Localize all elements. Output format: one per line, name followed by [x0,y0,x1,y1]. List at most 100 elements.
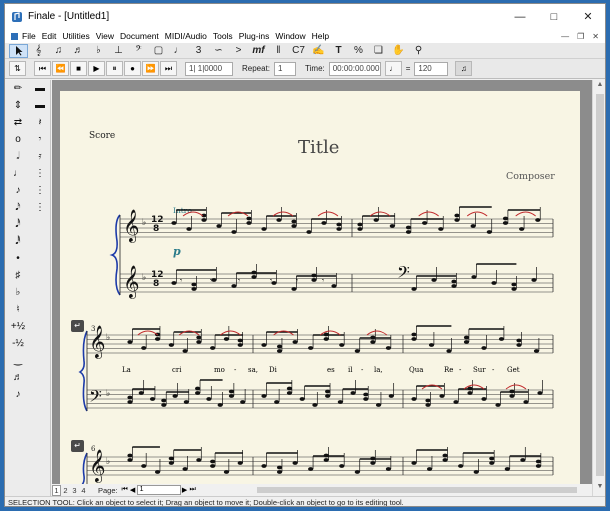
menu-plugins[interactable]: Plug-ins [236,31,273,41]
articulation-icon[interactable]: > [229,44,248,58]
last-page-icon[interactable]: ⏭ [189,486,197,494]
play-icon[interactable]: ▶ [88,61,105,76]
prev-page-icon[interactable]: ◀ [129,486,137,494]
vertical-scroll-thumb[interactable] [596,94,604,476]
quarter-note-icon[interactable]: ♩ [7,165,29,182]
tuplet-entry-icon[interactable]: ⇄ [7,114,29,131]
next-page-icon[interactable]: ▶ [181,486,189,494]
cue-note-icon[interactable]: ♪ [7,386,29,403]
note-head [182,467,188,471]
measure-icon[interactable]: ▢ [149,44,168,58]
tuplet-icon[interactable]: 3 [189,44,208,58]
stop-icon[interactable]: ■ [70,61,87,76]
note-head [533,349,540,353]
thirty-second-note-icon[interactable]: 𝅘𝅥𝅰 [7,216,29,233]
flat-icon[interactable]: ♭ [7,284,29,301]
doc-minimize-icon[interactable]: — [561,32,569,41]
half-note-icon[interactable]: 𝅗𝅥 [7,148,29,165]
eighth-rest-icon[interactable]: 𝄾 [29,131,51,148]
half-step-up-icon[interactable]: +½ [7,318,29,335]
menu-document[interactable]: Document [117,31,162,41]
record-icon[interactable]: ● [124,61,141,76]
page-tab-4[interactable]: 4 [79,486,88,495]
tempo-note-icon[interactable]: ♩ [384,61,402,76]
rewind-icon[interactable]: ⏮ [34,61,51,76]
eighth-note-icon[interactable]: ♪ [7,182,29,199]
half-step-down-icon[interactable]: -½ [7,335,29,352]
half-rest-icon[interactable]: ▬ [29,97,51,114]
page-tab-2[interactable]: 2 [61,486,70,495]
grace-note-icon[interactable]: ♬ [7,369,29,386]
horizontal-scroll-thumb[interactable] [257,487,577,493]
whole-note-icon[interactable]: o [7,131,29,148]
quarter-rest-icon[interactable]: 𝄽 [29,114,51,131]
simple-entry-icon[interactable]: ♫ [49,44,68,58]
horizontal-scrollbar[interactable] [247,485,591,495]
fast-forward-end-icon[interactable]: ⏭ [160,61,177,76]
natural-icon[interactable]: ♮ [7,301,29,318]
minimize-button[interactable]: — [503,4,537,29]
rest-icon[interactable]: ▬ [29,80,51,97]
time-signature-icon[interactable]: ⊥ [109,44,128,58]
text-tool-icon[interactable]: T [329,44,348,58]
dot-icon[interactable]: • [7,250,29,267]
layer-icon[interactable]: ⋮ [29,182,51,199]
fast-forward-icon[interactable]: ⏩ [142,61,159,76]
selection-tool-icon[interactable] [9,43,28,58]
scroll-down-icon[interactable]: ▼ [593,483,605,495]
menu-file[interactable]: File [19,31,39,41]
beam-icon[interactable]: ⋮ [29,199,51,216]
sharp-icon[interactable]: ♯ [7,267,29,284]
expression-icon[interactable]: mf [249,44,268,58]
scroll-up-icon[interactable]: ▲ [593,81,605,93]
insert-icon[interactable]: ⇕ [7,97,29,114]
clef-icon[interactable]: 𝄢 [129,44,148,58]
graphics-tool-icon[interactable]: ❏ [369,44,388,58]
page-number-field[interactable]: 1 [136,485,181,495]
measure-counter-field[interactable]: 1| 1|0000 [185,61,233,76]
staff-tool-icon[interactable]: 𝄞 [29,44,48,58]
resize-tool-icon[interactable]: % [349,44,368,58]
sixteenth-rest-icon[interactable]: 𝄿 [29,148,51,165]
document-area[interactable]: Score Title Composer Intro p 3 6 ↵ ↵ La … [52,80,592,484]
lyrics-icon[interactable]: ✍ [309,44,328,58]
sixteenth-note-icon[interactable]: 𝅘𝅥𝅯 [7,199,29,216]
voice-icon[interactable]: ⋮ [29,165,51,182]
menu-tools[interactable]: Tools [210,31,236,41]
menu-view[interactable]: View [93,31,117,41]
rewind-measure-icon[interactable]: ⏪ [52,61,69,76]
eraser-icon[interactable]: ✏ [7,80,29,97]
speedy-entry-icon[interactable]: ♬ [69,44,88,58]
first-page-icon[interactable]: ⏮ [121,486,129,494]
note-head [481,397,487,401]
page-tab-3[interactable]: 3 [70,486,79,495]
zoom-tool-icon[interactable]: ⚲ [409,44,428,58]
page-tab-1[interactable]: 1 [52,484,61,496]
menu-utilities[interactable]: Utilities [59,31,92,41]
repeat-field[interactable]: 1 [274,61,297,76]
note-head [308,467,314,471]
metronome-icon[interactable]: ♫ [455,61,473,76]
pause-icon[interactable]: ⏸ [106,61,123,76]
maximize-button[interactable]: □ [537,4,571,29]
vertical-scrollbar[interactable]: ▲ ▼ [592,80,605,496]
doc-restore-icon[interactable]: ❐ [577,32,584,41]
menu-help[interactable]: Help [309,31,332,41]
repeat-icon[interactable]: ‖ [269,44,288,58]
doc-close-icon[interactable]: ✕ [592,32,599,41]
close-button[interactable]: ✕ [571,4,605,29]
tempo-field[interactable]: 120 [414,61,449,76]
hand-grabber-icon[interactable]: ✋ [389,44,408,58]
playback-settings-icon[interactable]: ⇅ [9,61,26,76]
sixty-fourth-note-icon[interactable]: 𝅘𝅥𝅱 [7,233,29,250]
tie-icon[interactable]: ‿ [7,352,29,369]
time-field[interactable]: 00:00:00.000 [328,61,381,76]
key-signature-icon[interactable]: ♭ [89,44,108,58]
menu-edit[interactable]: Edit [39,31,60,41]
smart-shape-icon[interactable]: ∽ [209,44,228,58]
menu-window[interactable]: Window [272,31,308,41]
menu-midi-audio[interactable]: MIDI/Audio [162,31,210,41]
score-notation[interactable]: 𝄞 ♭ 12 8 𝄞 ♭ 12 8 𝄢 𝄞 ♭ 𝄢 ♭ 𝄞 ♭ 𝄾 𝄾 𝄾 𝄾 𝄾 𝄾 [60,91,580,484]
chord-icon[interactable]: C7 [289,44,308,58]
note-mover-icon[interactable]: ♩ [169,44,188,58]
